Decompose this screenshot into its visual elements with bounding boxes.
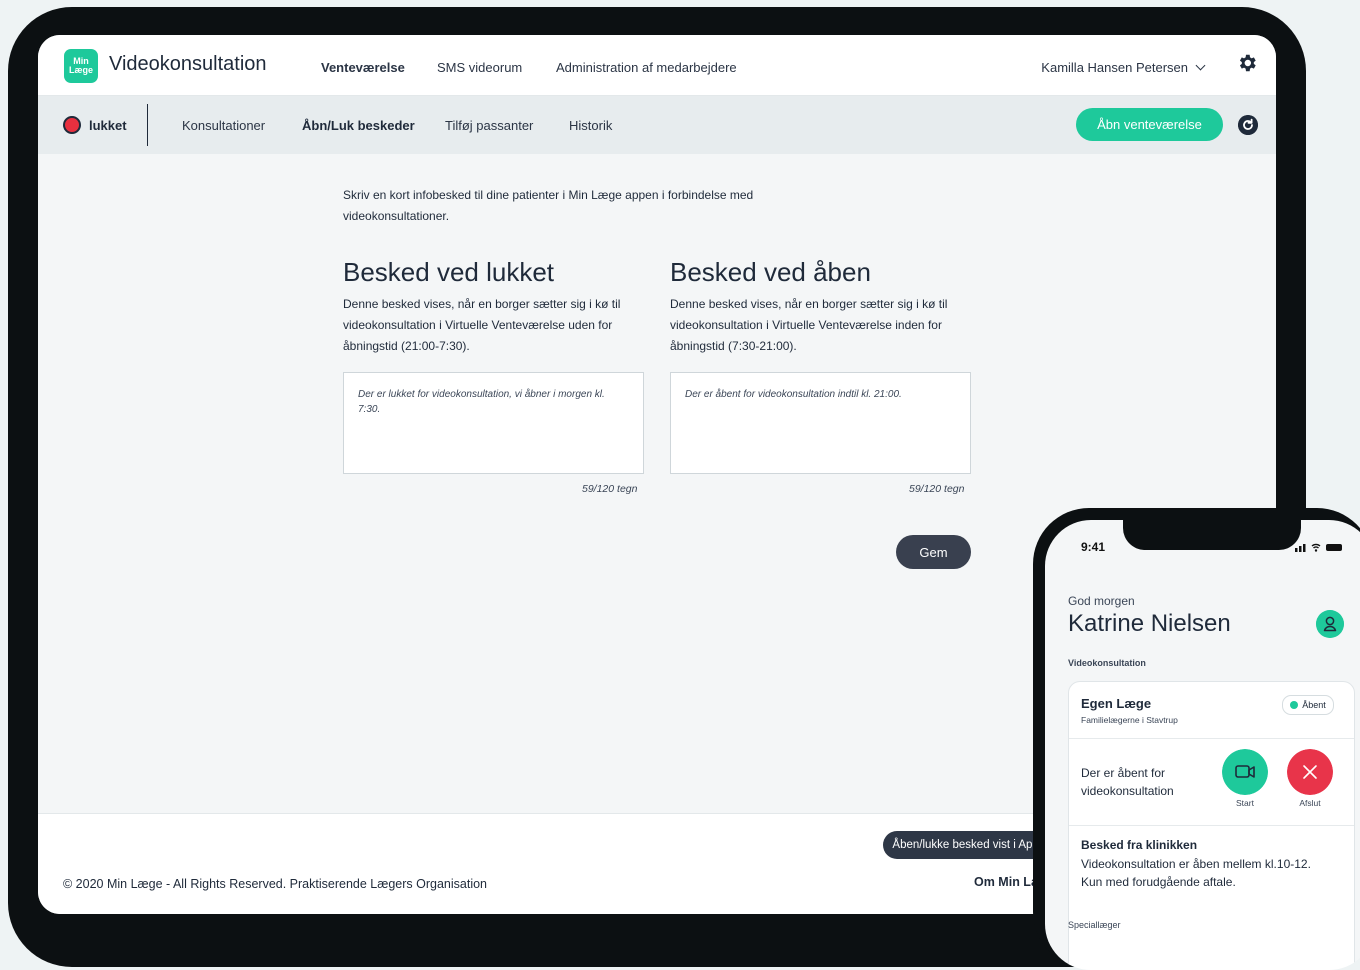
- copyright-text: © 2020 Min Læge - All Rights Reserved. P…: [63, 877, 488, 891]
- chevron-down-icon: [1195, 60, 1206, 71]
- card-subtitle: Familielægerne i Stavtrup: [1081, 715, 1178, 725]
- status-dot-icon: [1290, 701, 1299, 709]
- closed-description: Denne besked vises, når en borger sætter…: [343, 297, 621, 353]
- min-laege-logo[interactable]: Min Læge: [64, 49, 98, 83]
- card-title: Egen Læge: [1081, 696, 1152, 711]
- card-divider: [1069, 738, 1354, 739]
- app-title: Videokonsultation: [109, 53, 267, 75]
- closed-message-section: Besked ved lukket Denne besked vises, nå…: [343, 257, 645, 357]
- nav-ventevaerelse[interactable]: Venteværelse: [321, 60, 405, 75]
- closed-message-field[interactable]: Der er lukket for videokonsultation, vi …: [343, 372, 644, 474]
- logo-text-line2: Læge: [68, 65, 93, 75]
- user-name: Kamilla Hansen Petersen: [1041, 60, 1188, 75]
- closed-heading: Besked ved lukket: [343, 257, 555, 287]
- open-char-counter: 59/120 tegn: [909, 483, 965, 495]
- profile-icon[interactable]: [1316, 610, 1344, 638]
- end-call-button[interactable]: [1287, 749, 1333, 795]
- status-badge: Åbent: [1282, 695, 1334, 715]
- tab-aabn-luk-beskeder[interactable]: Åbn/Luk beskeder: [302, 118, 415, 133]
- nav-sms-videorum[interactable]: SMS videorum: [437, 60, 522, 75]
- card-divider: [1069, 825, 1354, 826]
- status-label: lukket: [89, 118, 127, 133]
- open-waiting-room-button[interactable]: Åbn venteværelse: [1076, 108, 1223, 141]
- phone-user-name: Katrine Nielsen: [1068, 610, 1231, 637]
- signal-battery-icon: [1295, 542, 1345, 554]
- gear-icon[interactable]: [1236, 52, 1258, 74]
- sub-bar: lukket Konsultationer Åbn/Luk beskeder T…: [38, 96, 1276, 154]
- open-description: Denne besked vises, når en borger sætter…: [670, 297, 948, 353]
- divider: [147, 104, 148, 146]
- intro-text: Skriv en kort infobesked til dine patien…: [343, 188, 754, 223]
- phone-time: 9:41: [1081, 540, 1106, 554]
- phone-section-title: Videokonsultation: [1068, 658, 1146, 668]
- closed-char-counter: 59/120 tegn: [582, 483, 638, 495]
- tab-historik[interactable]: Historik: [569, 118, 612, 133]
- save-button[interactable]: Gem: [896, 535, 971, 569]
- phone-notch: [1123, 520, 1301, 550]
- top-bar: Min Læge Videokonsultation Venteværelse …: [38, 35, 1276, 96]
- phone-greeting: God morgen: [1068, 594, 1135, 608]
- start-label: Start: [1236, 798, 1254, 808]
- phone-screen: 9:41 God morgen Katrine Nielsen Videokon…: [1045, 520, 1360, 970]
- user-menu[interactable]: Kamilla Hansen Petersen: [1041, 60, 1206, 75]
- end-label: Afslut: [1299, 798, 1321, 808]
- phone-next-section: Speciallæger: [1068, 920, 1121, 930]
- start-video-button[interactable]: [1222, 749, 1268, 795]
- open-message-section: Besked ved åben Denne besked vises, når …: [670, 257, 972, 357]
- badge-label: Åbent: [1302, 700, 1326, 710]
- open-heading: Besked ved åben: [670, 257, 871, 287]
- status-closed-icon: [63, 116, 81, 134]
- card-open-text: Der er åbent for videokonsultation: [1081, 766, 1174, 798]
- clinic-message-title: Besked fra klinikken: [1081, 838, 1198, 852]
- open-message-field[interactable]: Der er åbent for videokonsultation indti…: [670, 372, 971, 474]
- tab-tilfoej-passanter[interactable]: Tilføj passanter: [445, 118, 533, 133]
- clinic-message-text: Videokonsultation er åben mellem kl.10-1…: [1081, 857, 1311, 889]
- refresh-icon[interactable]: [1238, 115, 1258, 135]
- nav-administration[interactable]: Administration af medarbejdere: [556, 60, 737, 75]
- tab-konsultationer[interactable]: Konsultationer: [182, 118, 265, 133]
